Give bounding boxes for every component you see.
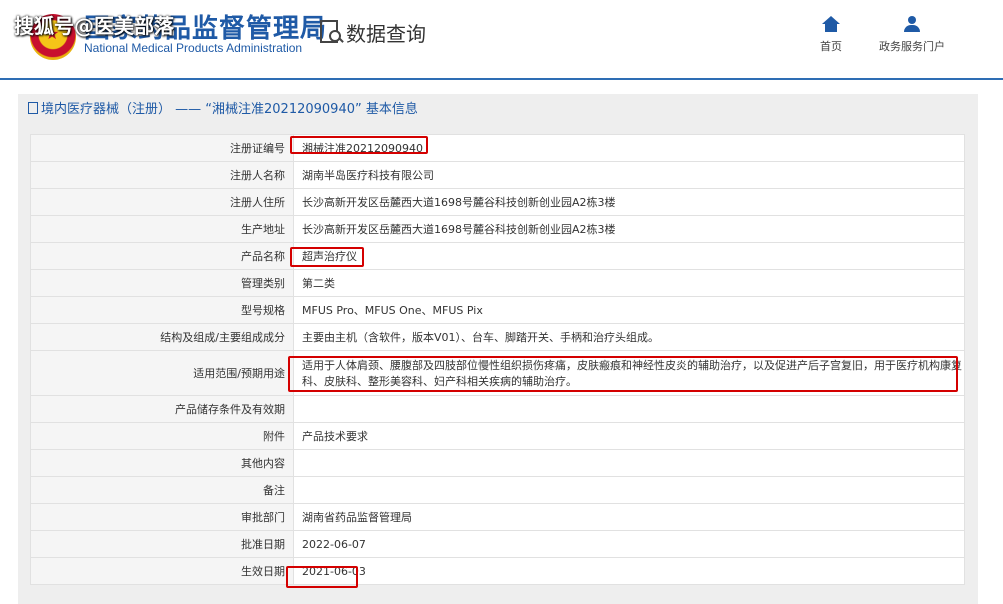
row-value <box>293 395 965 423</box>
table-row: 型号规格 MFUS Pro、MFUS One、MFUS Pix <box>30 296 965 324</box>
table-row: 产品名称 超声治疗仪 <box>30 242 965 270</box>
table-row: 管理类别 第二类 <box>30 269 965 297</box>
row-label: 其他内容 <box>30 449 294 477</box>
table-row: 审批部门 湖南省药品监督管理局 <box>30 503 965 531</box>
row-label: 型号规格 <box>30 296 294 324</box>
nav-home-label: 首页 <box>820 40 842 53</box>
nav-gov-service-portal[interactable]: 政务服务门户 <box>872 16 952 54</box>
row-label: 结构及组成/主要组成成分 <box>30 323 294 351</box>
panel-title-text: 境内医疗器械（注册） —— “湘械注准20212090940” 基本信息 <box>41 102 418 117</box>
highlight-box-effective-date <box>286 566 358 588</box>
record-panel: 境内医疗器械（注册） —— “湘械注准20212090940” 基本信息 注册证… <box>18 94 978 604</box>
row-value: 2021-06-03 <box>293 557 965 585</box>
row-value: 湖南省药品监督管理局 <box>293 503 965 531</box>
row-value <box>293 476 965 504</box>
row-label: 产品名称 <box>30 242 294 270</box>
row-label: 附件 <box>30 422 294 450</box>
watermark: 搜狐号@医美部落 <box>14 14 174 38</box>
table-row: 产品储存条件及有效期 <box>30 395 965 423</box>
data-query-link[interactable]: 数据查询 <box>320 18 426 46</box>
table-row: 结构及组成/主要组成成分 主要由主机（含软件，版本V01）、台车、脚踏开关、手柄和… <box>30 323 965 351</box>
row-label: 适用范围/预期用途 <box>30 350 294 396</box>
highlight-box-registration-number <box>290 136 428 154</box>
home-icon <box>822 16 840 32</box>
table-row: 附件 产品技术要求 <box>30 422 965 450</box>
row-label: 审批部门 <box>30 503 294 531</box>
table-row: 生产地址 长沙高新开发区岳麓西大道1698号麓谷科技创新创业园A2栋3楼 <box>30 215 965 243</box>
document-search-icon <box>320 20 344 44</box>
table-row: 注册人住所 长沙高新开发区岳麓西大道1698号麓谷科技创新创业园A2栋3楼 <box>30 188 965 216</box>
table-row: 批准日期 2022-06-07 <box>30 530 965 558</box>
row-value: 超声治疗仪 <box>293 242 965 270</box>
document-icon <box>28 102 38 114</box>
row-value: 第二类 <box>293 269 965 297</box>
row-value: 产品技术要求 <box>293 422 965 450</box>
highlight-box-product-name <box>290 247 364 267</box>
table-row: 生效日期 2021-06-03 <box>30 557 965 585</box>
row-value: 2022-06-07 <box>293 530 965 558</box>
table-row: 其他内容 <box>30 449 965 477</box>
highlight-box-intended-use <box>288 356 958 392</box>
row-label: 注册人名称 <box>30 161 294 189</box>
panel-title: 境内医疗器械（注册） —— “湘械注准20212090940” 基本信息 <box>28 100 418 120</box>
row-label: 生产地址 <box>30 215 294 243</box>
table-row: 注册人名称 湖南半岛医疗科技有限公司 <box>30 161 965 189</box>
data-query-label: 数据查询 <box>346 21 426 46</box>
table-row: 备注 <box>30 476 965 504</box>
row-value: 长沙高新开发区岳麓西大道1698号麓谷科技创新创业园A2栋3楼 <box>293 215 965 243</box>
site-name-en[interactable]: National Medical Products Administration <box>84 41 302 55</box>
row-label: 备注 <box>30 476 294 504</box>
row-label: 管理类别 <box>30 269 294 297</box>
table-row: 注册证编号 湘械注准20212090940 <box>30 134 965 162</box>
site-header: ★ 国家药品监督管理局 National Medical Products Ad… <box>0 0 1003 80</box>
row-label: 注册人住所 <box>30 188 294 216</box>
row-label: 批准日期 <box>30 530 294 558</box>
user-icon <box>903 16 921 32</box>
row-value: MFUS Pro、MFUS One、MFUS Pix <box>293 296 965 324</box>
row-value <box>293 449 965 477</box>
row-value: 主要由主机（含软件，版本V01）、台车、脚踏开关、手柄和治疗头组成。 <box>293 323 965 351</box>
row-value: 湖南半岛医疗科技有限公司 <box>293 161 965 189</box>
row-value: 长沙高新开发区岳麓西大道1698号麓谷科技创新创业园A2栋3楼 <box>293 188 965 216</box>
nav-home[interactable]: 首页 <box>791 16 871 54</box>
row-label: 生效日期 <box>30 557 294 585</box>
row-label: 产品储存条件及有效期 <box>30 395 294 423</box>
row-label: 注册证编号 <box>30 134 294 162</box>
nav-gov-label: 政务服务门户 <box>879 40 945 53</box>
